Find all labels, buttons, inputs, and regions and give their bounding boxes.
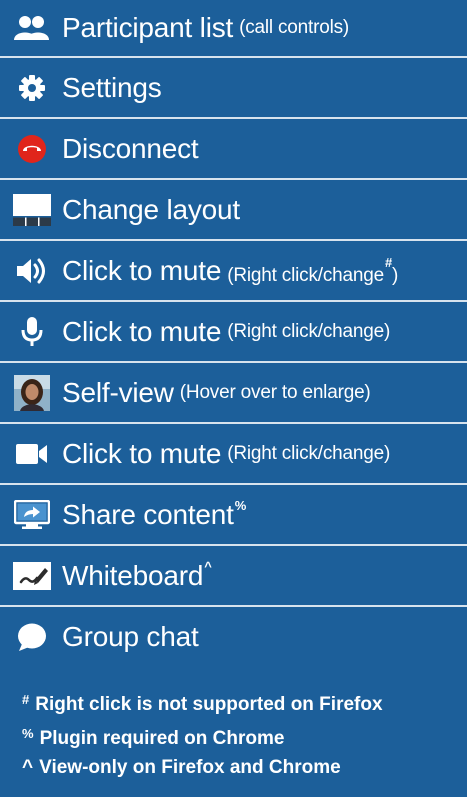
share-content-button[interactable]: Share content% xyxy=(0,485,467,546)
self-view-label: Self-view xyxy=(62,376,174,408)
speaker-hint-text: (Right click/change xyxy=(227,264,384,286)
microphone-mute-label: Click to mute xyxy=(62,315,222,347)
footnote-text: Right click is not supported on Firefox xyxy=(35,694,383,715)
layout-icon xyxy=(12,190,52,230)
settings-label: Settings xyxy=(62,71,162,103)
camera-mute-label: Click to mute xyxy=(62,437,222,469)
speaker-icon xyxy=(12,251,52,291)
change-layout-label: Change layout xyxy=(62,193,240,225)
camera-icon xyxy=(12,434,52,474)
whiteboard-button[interactable]: Whiteboard^ xyxy=(0,546,467,607)
camera-mute-hint: (Right click/change) xyxy=(227,442,391,464)
footnote-symbol: % xyxy=(22,726,34,741)
footnote-view-only: ^ View-only on Firefox and Chrome xyxy=(22,753,467,782)
self-view-hint: (Hover over to enlarge) xyxy=(179,381,371,403)
group-chat-button[interactable]: Group chat xyxy=(0,607,467,667)
speaker-mute-button[interactable]: Click to mute (Right click/change#) xyxy=(0,241,467,302)
microphone-icon xyxy=(12,312,52,352)
disconnect-button[interactable]: Disconnect xyxy=(0,119,467,180)
share-screen-icon xyxy=(12,495,52,535)
speaker-hint-close: ) xyxy=(391,264,399,286)
disconnect-label: Disconnect xyxy=(62,132,199,164)
participant-list-label: Participant list xyxy=(62,12,234,43)
participant-list-hint: (call controls) xyxy=(239,17,350,38)
participants-icon xyxy=(12,8,52,48)
footnote-symbol: # xyxy=(22,692,30,707)
share-content-footnote-marker: % xyxy=(234,498,247,513)
share-content-text: Share content xyxy=(62,499,234,530)
speaker-mute-label: Click to mute xyxy=(62,254,222,286)
camera-mute-button[interactable]: Click to mute (Right click/change) xyxy=(0,424,467,485)
hangup-icon xyxy=(12,129,52,169)
self-view-thumbnail xyxy=(12,373,52,413)
call-control-menu: Participant list (call controls) Setting… xyxy=(0,0,467,667)
share-content-label: Share content% xyxy=(62,498,246,531)
footnote-text: View-only on Firefox and Chrome xyxy=(39,757,341,778)
microphone-mute-button[interactable]: Click to mute (Right click/change) xyxy=(0,302,467,363)
microphone-mute-hint: (Right click/change) xyxy=(227,320,391,342)
whiteboard-text: Whiteboard xyxy=(62,560,204,591)
group-chat-label: Group chat xyxy=(62,621,199,652)
gear-icon xyxy=(12,68,52,108)
chat-bubble-icon xyxy=(12,617,52,657)
settings-button[interactable]: Settings xyxy=(0,58,467,119)
self-view-button[interactable]: Self-view (Hover over to enlarge) xyxy=(0,363,467,424)
footnote-text: Plugin required on Chrome xyxy=(39,728,285,749)
whiteboard-footnote-marker: ^ xyxy=(204,559,212,574)
speaker-mute-hint: (Right click/change#) xyxy=(227,255,398,287)
footnotes: # Right click is not supported on Firefox… xyxy=(0,667,467,782)
whiteboard-label: Whiteboard^ xyxy=(62,559,212,592)
change-layout-button[interactable]: Change layout xyxy=(0,180,467,241)
footnote-symbol: ^ xyxy=(22,757,34,778)
participant-list-button[interactable]: Participant list (call controls) xyxy=(0,0,467,58)
footnote-chrome-plugin: % Plugin required on Chrome xyxy=(22,719,467,753)
footnote-firefox-right-click: # Right click is not supported on Firefox xyxy=(22,685,467,719)
speaker-hint-footnote-marker: # xyxy=(384,254,392,270)
whiteboard-icon xyxy=(12,556,52,596)
